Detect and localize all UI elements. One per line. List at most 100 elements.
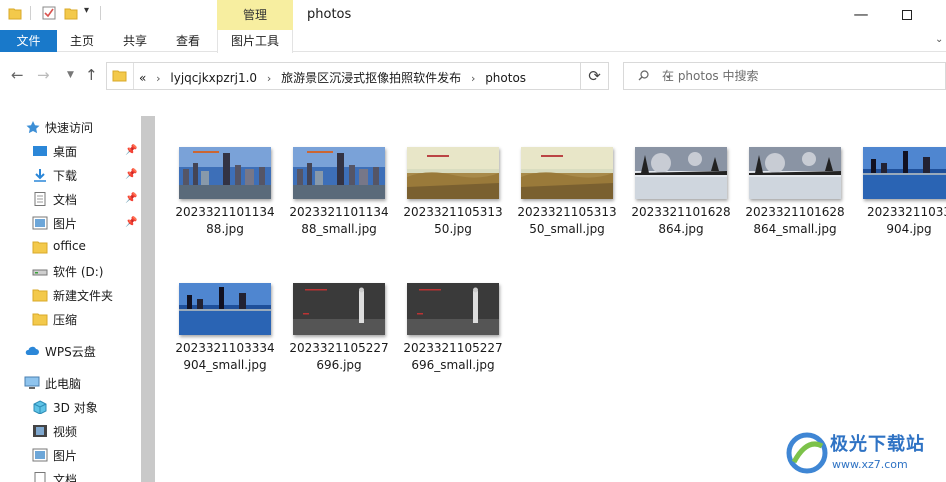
- refresh-button[interactable]: ⟳: [581, 62, 609, 90]
- sidebar-item-label: 新建文件夹: [53, 289, 114, 303]
- sidebar-item-label: 此电脑: [45, 377, 82, 391]
- pin-icon[interactable]: 📌: [125, 193, 137, 204]
- image-thumbnail: [179, 147, 271, 199]
- up-arrow-icon[interactable]: ↑: [85, 66, 98, 84]
- address-divider: [133, 63, 134, 89]
- image-thumbnail: [749, 147, 841, 199]
- file-tile[interactable]: 2023321103334 904_small.jpg: [156, 252, 275, 372]
- tab-file[interactable]: 文件: [0, 30, 57, 52]
- folder-icon[interactable]: [8, 6, 22, 20]
- sidebar-item-label: 桌面: [53, 145, 78, 159]
- video-icon: [33, 425, 47, 437]
- sidebar-item-quick-access[interactable]: 快速访问: [0, 116, 140, 138]
- sidebar-item-label: 软件 (D:): [53, 265, 104, 279]
- breadcrumb: « › lyjqcjkxpzrj1.0 › 旅游景区沉浸式抠像拍照软件发布 › …: [139, 69, 526, 86]
- sidebar-item-documents-pc[interactable]: 文档: [0, 468, 140, 482]
- watermark-title: 极光下载站: [830, 434, 925, 455]
- chevron-right-icon[interactable]: ›: [156, 72, 160, 85]
- image-thumbnail: [407, 147, 499, 199]
- sidebar-scrollbar-thumb[interactable]: [141, 116, 155, 482]
- navigation-bar: ← → ▼ ↑ « › lyjqcjkxpzrj1.0 › 旅游景区沉浸式抠像拍…: [0, 58, 946, 94]
- sidebar-item-documents[interactable]: 文档 📌: [0, 188, 140, 210]
- file-tile[interactable]: 2023321101628 864.jpg: [612, 116, 731, 236]
- folder-icon: [32, 241, 48, 254]
- picture-icon: [32, 448, 48, 462]
- sidebar-item-this-pc[interactable]: 此电脑: [0, 372, 140, 394]
- file-tile[interactable]: 2023321105313 50_small.jpg: [498, 116, 617, 236]
- maximize-button[interactable]: [884, 0, 930, 30]
- watermark-logo-icon: [786, 432, 828, 474]
- file-name: 2023321105227 696_small.jpg: [403, 341, 503, 372]
- maximize-icon: [902, 9, 912, 20]
- image-thumbnail: [293, 147, 385, 199]
- forward-arrow-icon[interactable]: →: [37, 66, 50, 84]
- title-bar: ▾ 管理 photos —: [0, 0, 946, 30]
- chevron-right-icon[interactable]: ›: [267, 72, 271, 85]
- customize-quick-access-icon[interactable]: ▾: [84, 5, 89, 16]
- address-bar[interactable]: « › lyjqcjkxpzrj1.0 › 旅游景区沉浸式抠像拍照软件发布 › …: [106, 62, 672, 90]
- search-icon: [638, 70, 649, 81]
- file-tile[interactable]: 2023321101628 864_small.jpg: [726, 116, 845, 236]
- tab-share[interactable]: 共享: [113, 30, 157, 52]
- file-name: 20233211033 904.jpg: [867, 205, 946, 236]
- file-tile[interactable]: 2023321101134 88.jpg: [156, 116, 275, 236]
- search-box[interactable]: [623, 62, 946, 90]
- image-thumbnail: [407, 283, 499, 335]
- file-tile[interactable]: 2023321101134 88_small.jpg: [270, 116, 389, 236]
- file-tile[interactable]: 20233211033 904.jpg: [840, 116, 946, 236]
- pin-icon[interactable]: 📌: [125, 217, 137, 228]
- tab-view[interactable]: 查看: [166, 30, 210, 52]
- breadcrumb-item[interactable]: photos: [485, 71, 526, 85]
- site-watermark: 极光下载站 www.xz7.com: [786, 428, 946, 482]
- back-arrow-icon[interactable]: ←: [11, 66, 24, 84]
- document-icon: [34, 192, 46, 206]
- manage-contextual-tab[interactable]: 管理: [217, 0, 293, 30]
- folder-icon: [32, 289, 48, 302]
- image-thumbnail: [635, 147, 727, 199]
- new-folder-icon[interactable]: [64, 6, 78, 20]
- chevron-right-icon[interactable]: ›: [471, 72, 475, 85]
- sidebar-item-label: 快速访问: [45, 121, 94, 135]
- sidebar-item-videos[interactable]: 视频: [0, 420, 140, 442]
- sidebar-item-office[interactable]: office: [0, 236, 140, 258]
- minimize-button[interactable]: —: [838, 0, 884, 30]
- sidebar-item-label: WPS云盘: [45, 345, 96, 359]
- properties-icon[interactable]: [42, 6, 56, 20]
- picture-icon: [32, 216, 48, 230]
- sidebar-item-3d-objects[interactable]: 3D 对象: [0, 396, 140, 418]
- sidebar-item-drive-d[interactable]: 软件 (D:): [0, 260, 140, 282]
- quick-access-separator: [30, 6, 31, 20]
- expand-ribbon-icon[interactable]: ⌄: [935, 34, 943, 45]
- sidebar-item-label: 视频: [53, 425, 78, 439]
- image-thumbnail: [521, 147, 613, 199]
- file-tile[interactable]: 2023321105313 50.jpg: [384, 116, 503, 236]
- sidebar-item-compressed[interactable]: 压缩: [0, 308, 140, 330]
- sidebar-item-label: 文档: [53, 473, 78, 482]
- breadcrumb-item[interactable]: 旅游景区沉浸式抠像拍照软件发布: [281, 71, 461, 85]
- sidebar-item-pictures-pc[interactable]: 图片: [0, 444, 140, 466]
- pin-icon[interactable]: 📌: [125, 145, 137, 156]
- image-thumbnail: [293, 283, 385, 335]
- pin-icon[interactable]: 📌: [125, 169, 137, 180]
- watermark-url: www.xz7.com: [832, 458, 908, 471]
- file-tile[interactable]: 2023321105227 696.jpg: [270, 252, 389, 372]
- sidebar-item-label: 下载: [53, 169, 78, 183]
- download-icon: [34, 169, 46, 182]
- sidebar-item-downloads[interactable]: 下载 📌: [0, 164, 140, 186]
- folder-icon: [32, 313, 48, 326]
- file-tile[interactable]: 2023321105227 696_small.jpg: [384, 252, 503, 372]
- breadcrumb-overflow[interactable]: «: [139, 71, 146, 85]
- sidebar-item-pictures[interactable]: 图片 📌: [0, 212, 140, 234]
- quick-access-separator: [100, 6, 101, 20]
- sidebar-item-label: 3D 对象: [53, 401, 98, 415]
- tab-picture-tools[interactable]: 图片工具: [217, 30, 293, 53]
- breadcrumb-item[interactable]: lyjqcjkxpzrj1.0: [170, 71, 257, 85]
- sidebar-item-wps-cloud[interactable]: WPS云盘: [0, 340, 140, 362]
- refresh-icon: ⟳: [588, 67, 601, 85]
- sidebar-item-desktop[interactable]: 桌面 📌: [0, 140, 140, 162]
- sidebar-item-new-folder[interactable]: 新建文件夹: [0, 284, 140, 306]
- recent-locations-icon[interactable]: ▼: [67, 70, 74, 80]
- sidebar-item-label: 图片: [53, 449, 78, 463]
- search-input[interactable]: [662, 67, 932, 85]
- tab-home[interactable]: 主页: [60, 30, 104, 52]
